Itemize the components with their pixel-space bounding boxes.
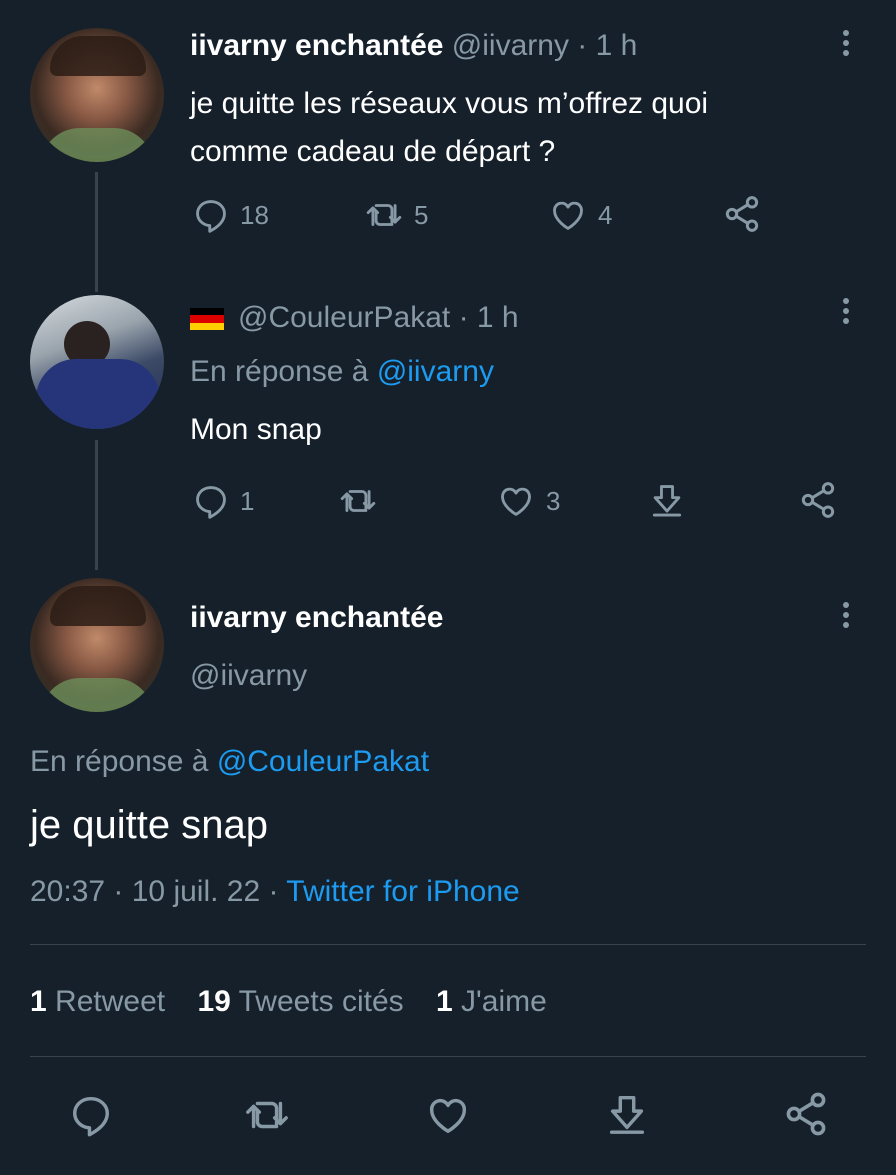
tweet-meta: 20:37 · 10 juil. 22 · Twitter for iPhone bbox=[30, 874, 520, 910]
reply-button[interactable]: 1 bbox=[192, 482, 254, 520]
reply-count: 1 bbox=[240, 485, 255, 516]
quotes-stat[interactable]: 19 Tweets cités bbox=[197, 985, 403, 1018]
handle[interactable]: @iivarny bbox=[190, 658, 307, 694]
retweet-icon bbox=[242, 1092, 292, 1138]
avatar-hair-shape bbox=[50, 36, 146, 76]
reply-to-link[interactable]: @iivarny bbox=[377, 355, 494, 388]
retweets-label: Retweet bbox=[55, 985, 166, 1018]
tweet-time: · 1 h bbox=[458, 301, 519, 334]
like-button[interactable]: 4 bbox=[548, 196, 612, 234]
like-button[interactable]: 3 bbox=[496, 482, 560, 520]
like-icon bbox=[424, 1092, 472, 1138]
tweet-text: je quitte snap bbox=[30, 803, 268, 847]
download-icon bbox=[648, 480, 686, 520]
source-link[interactable]: Twitter for iPhone bbox=[286, 875, 519, 908]
handle[interactable]: @CouleurPakat bbox=[238, 301, 450, 334]
reply-icon bbox=[68, 1092, 114, 1138]
share-icon bbox=[722, 194, 762, 234]
avatar-hair-shape bbox=[50, 586, 146, 626]
retweets-stat[interactable]: 1 Retweet bbox=[30, 985, 165, 1018]
retweet-icon bbox=[338, 482, 378, 520]
tweet-text-line-2: comme cadeau de départ ? bbox=[190, 135, 556, 168]
tweet-text: je quitte les réseaux vous m’offrez quoi… bbox=[190, 80, 708, 176]
reply-prefix: En réponse à bbox=[30, 745, 209, 778]
tweet-time: · 1 h bbox=[577, 29, 638, 62]
quotes-count: 19 bbox=[197, 985, 231, 1018]
retweet-count: 5 bbox=[414, 199, 429, 230]
handle[interactable]: @iivarny bbox=[452, 29, 569, 62]
more-icon[interactable] bbox=[838, 294, 854, 334]
reply-button[interactable] bbox=[68, 1092, 114, 1138]
tweet-header: iivarny enchantée @iivarny · 1 h bbox=[190, 28, 637, 64]
likes-stat[interactable]: 1 J'aime bbox=[436, 985, 547, 1018]
avatar-couleurpakat[interactable] bbox=[30, 295, 164, 429]
share-button[interactable] bbox=[722, 194, 762, 234]
like-button[interactable] bbox=[424, 1092, 472, 1138]
share-icon bbox=[782, 1090, 830, 1138]
download-button[interactable] bbox=[648, 480, 686, 520]
tweet-text: Mon snap bbox=[190, 413, 322, 446]
retweets-count: 1 bbox=[30, 985, 47, 1018]
more-icon[interactable] bbox=[838, 598, 854, 638]
tweet-header: @CouleurPakat · 1 h bbox=[190, 300, 519, 336]
avatar-shirt-shape bbox=[40, 128, 154, 162]
likes-label: J'aime bbox=[461, 985, 547, 1018]
share-button[interactable] bbox=[782, 1090, 830, 1138]
tweet-text-line-1: je quitte les réseaux vous m’offrez quoi bbox=[190, 87, 709, 120]
divider bbox=[30, 1056, 866, 1057]
avatar-shirt-shape bbox=[40, 678, 154, 712]
like-count: 3 bbox=[546, 485, 561, 516]
likes-count: 1 bbox=[436, 985, 453, 1018]
reply-icon bbox=[192, 196, 230, 234]
tweet-stats: 1 Retweet 19 Tweets cités 1 J'aime bbox=[30, 984, 547, 1020]
retweet-button[interactable] bbox=[338, 482, 378, 520]
reply-context: En réponse à @CouleurPakat bbox=[30, 744, 429, 780]
like-icon bbox=[496, 482, 536, 520]
retweet-icon bbox=[364, 196, 404, 234]
retweet-button[interactable]: 5 bbox=[364, 196, 428, 234]
quotes-label: Tweets cités bbox=[238, 985, 404, 1018]
germany-flag-icon bbox=[190, 308, 224, 331]
reply-to-link[interactable]: @CouleurPakat bbox=[217, 745, 429, 778]
reply-prefix: En réponse à bbox=[190, 355, 369, 388]
share-button[interactable] bbox=[798, 480, 838, 520]
thread-line bbox=[95, 172, 98, 292]
download-icon bbox=[604, 1090, 650, 1138]
display-name[interactable]: iivarny enchantée bbox=[190, 600, 443, 636]
avatar-iivarny[interactable] bbox=[30, 578, 164, 712]
like-count: 4 bbox=[598, 199, 613, 230]
reply-button[interactable]: 18 bbox=[192, 196, 269, 234]
timestamp[interactable]: 20:37 · 10 juil. 22 · bbox=[30, 875, 278, 908]
display-name[interactable]: iivarny enchantée bbox=[190, 29, 443, 62]
more-icon[interactable] bbox=[838, 26, 854, 66]
avatar-jacket-shape bbox=[36, 359, 160, 429]
retweet-button[interactable] bbox=[242, 1092, 292, 1138]
share-icon bbox=[798, 480, 838, 520]
avatar-iivarny[interactable] bbox=[30, 28, 164, 162]
reply-count: 18 bbox=[240, 199, 269, 230]
thread-line bbox=[95, 440, 98, 570]
reply-icon bbox=[192, 482, 230, 520]
reply-context: En réponse à @iivarny bbox=[190, 354, 494, 390]
divider bbox=[30, 944, 866, 945]
download-button[interactable] bbox=[604, 1090, 650, 1138]
like-icon bbox=[548, 196, 588, 234]
